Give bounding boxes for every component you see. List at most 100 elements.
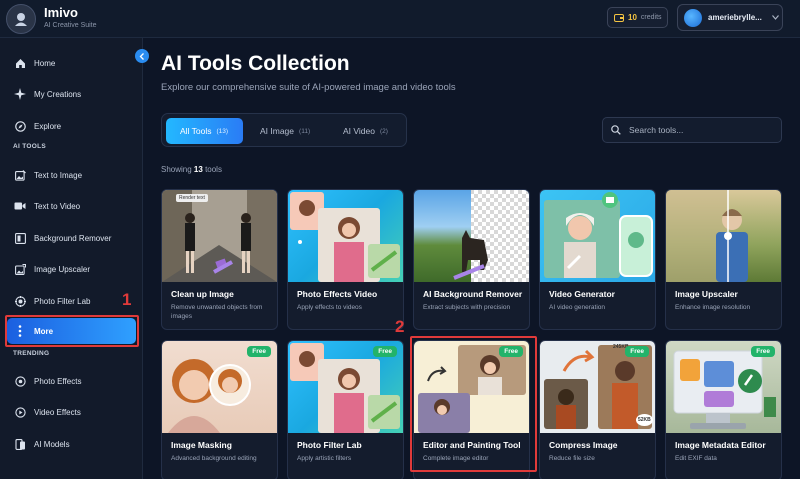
sidebar-item-photo-effects[interactable]: Photo Effects bbox=[7, 368, 136, 394]
tool-card-image-metadata-editor[interactable]: Free Image Metadata Editor Edit EXIF dat… bbox=[665, 340, 782, 479]
tool-card-image-masking[interactable]: Free Image Masking Advanced background e… bbox=[161, 340, 278, 479]
collapse-sidebar-button[interactable] bbox=[135, 49, 149, 63]
tool-card-photo-effects-video[interactable]: Photo Effects Video Apply effects to vid… bbox=[287, 189, 404, 330]
credits-value: 10 bbox=[628, 13, 637, 22]
thumbnail-tag: 52KB bbox=[636, 414, 653, 426]
sidebar-item-ai-models[interactable]: AI Models bbox=[7, 431, 136, 457]
showing-count: 13 bbox=[193, 165, 203, 174]
sidebar-item-label: More bbox=[34, 326, 54, 336]
image-edit-icon bbox=[14, 169, 26, 181]
sidebar-item-image-upscaler[interactable]: Image Upscaler bbox=[7, 256, 136, 282]
chevron-left-icon bbox=[139, 52, 144, 60]
sidebar-item-label: Text to Image bbox=[34, 170, 83, 180]
sidebar-item-video-effects[interactable]: Video Effects bbox=[7, 399, 136, 425]
tab-count: (2) bbox=[379, 127, 388, 135]
sidebar-item-label: Text to Video bbox=[34, 201, 81, 211]
tab-label: AI Image bbox=[260, 126, 295, 136]
sidebar-item-label: Video Effects bbox=[34, 407, 81, 417]
tool-card-compress-image[interactable]: 245KB 52KB Free Compress Image Reduce fi… bbox=[539, 340, 656, 479]
card-description: Apply effects to videos bbox=[297, 304, 362, 311]
sidebar-item-label: Photo Filter Lab bbox=[34, 296, 91, 306]
layers-icon bbox=[14, 232, 26, 244]
tool-card-photo-filter-lab[interactable]: Free Photo Filter Lab Apply artistic fil… bbox=[287, 340, 404, 479]
thumbnail-tag: Render text bbox=[176, 194, 208, 202]
sidebar-item-label: My Creations bbox=[34, 89, 82, 99]
card-title: Photo Filter Lab bbox=[297, 440, 362, 450]
card-title: Editor and Painting Tool bbox=[423, 440, 521, 450]
sidebar-item-home[interactable]: Home bbox=[7, 50, 136, 76]
sidebar-item-more[interactable]: More bbox=[7, 318, 136, 344]
card-description: Extract subjects with precision bbox=[423, 304, 511, 311]
sparkle-icon bbox=[14, 88, 26, 100]
tool-card-clean-up-image[interactable]: Render text Clean up Image Remove unwant… bbox=[161, 189, 278, 330]
sidebar-item-my-creations[interactable]: My Creations bbox=[7, 81, 136, 107]
tool-card-ai-background-remover[interactable]: AI Background Remover Extract subjects w… bbox=[413, 189, 530, 330]
tool-tabs: All Tools (13) AI Image (11) AI Video (2… bbox=[161, 113, 407, 147]
results-count: Showing 13 tools bbox=[161, 165, 222, 174]
card-title: Image Upscaler bbox=[675, 289, 738, 299]
tab-label: AI Video bbox=[343, 126, 375, 136]
sidebar-item-background-remover[interactable]: Background Remover bbox=[7, 225, 136, 251]
tool-card-image-upscaler[interactable]: Image Upscaler Enhance image resolution bbox=[665, 189, 782, 330]
card-thumbnail: Free bbox=[666, 341, 781, 433]
search-box[interactable] bbox=[602, 117, 782, 143]
sidebar-item-label: Background Remover bbox=[34, 233, 112, 243]
top-bar: Imivo AI Creative Suite 10 credits ameri… bbox=[0, 0, 800, 38]
sidebar-item-text-to-video[interactable]: Text to Video bbox=[7, 193, 136, 219]
video-effects-icon bbox=[14, 406, 26, 418]
sidebar-item-label: Photo Effects bbox=[34, 376, 82, 386]
free-badge: Free bbox=[373, 346, 397, 357]
tool-card-editor-and-painting-tool[interactable]: Free Editor and Painting Tool Complete i… bbox=[413, 340, 530, 479]
search-input[interactable] bbox=[629, 125, 769, 135]
card-description: Complete image editor bbox=[423, 455, 489, 462]
sidebar: Home My Creations Explore AI TOOLS Text … bbox=[0, 38, 143, 479]
free-badge: Free bbox=[625, 346, 649, 357]
annotation-marker-2: 2 bbox=[395, 317, 405, 336]
tab-all-tools[interactable]: All Tools (13) bbox=[166, 118, 243, 144]
sidebar-item-text-to-image[interactable]: Text to Image bbox=[7, 162, 136, 188]
card-thumbnail: Free bbox=[162, 341, 277, 433]
sidebar-item-photo-filter-lab[interactable]: Photo Filter Lab bbox=[7, 288, 136, 314]
sidebar-item-explore[interactable]: Explore bbox=[7, 113, 136, 139]
card-thumbnail bbox=[666, 190, 781, 282]
card-description: Edit EXIF data bbox=[675, 455, 717, 462]
section-label-trending: TRENDING bbox=[13, 350, 50, 357]
annotation-marker-1: 1 bbox=[122, 290, 132, 309]
more-dots-icon bbox=[14, 325, 26, 337]
card-title: Image Masking bbox=[171, 440, 232, 450]
card-thumbnail bbox=[414, 190, 529, 282]
chevron-down-icon bbox=[772, 15, 779, 20]
card-description: AI video generation bbox=[549, 304, 606, 311]
card-title: Clean up Image bbox=[171, 289, 234, 299]
card-thumbnail: 245KB 52KB Free bbox=[540, 341, 655, 433]
sidebar-item-label: Home bbox=[34, 58, 56, 68]
page-subtitle: Explore our comprehensive suite of AI-po… bbox=[161, 82, 456, 93]
card-description: Advanced background editing bbox=[171, 455, 257, 462]
logo-icon[interactable] bbox=[6, 4, 36, 34]
video-icon bbox=[14, 200, 26, 212]
section-label-ai-tools: AI TOOLS bbox=[13, 143, 46, 150]
card-title: AI Background Remover bbox=[423, 289, 523, 299]
credits-label: credits bbox=[640, 14, 662, 21]
free-badge: Free bbox=[247, 346, 271, 357]
card-thumbnail: Free bbox=[288, 341, 403, 433]
tab-ai-image[interactable]: AI Image (11) bbox=[246, 118, 322, 144]
app-subtitle: AI Creative Suite bbox=[44, 22, 97, 29]
tab-count: (13) bbox=[216, 127, 229, 135]
upscale-icon bbox=[14, 263, 26, 275]
card-title: Image Metadata Editor bbox=[675, 440, 766, 450]
avatar bbox=[684, 8, 702, 27]
compass-icon bbox=[14, 120, 26, 132]
tool-card-video-generator[interactable]: Video Generator AI video generation bbox=[539, 189, 656, 330]
user-menu[interactable]: ameriebrylle... bbox=[677, 4, 783, 31]
home-icon bbox=[14, 57, 26, 69]
card-thumbnail bbox=[540, 190, 655, 282]
sidebar-item-label: Image Upscaler bbox=[34, 264, 91, 274]
credits-badge[interactable]: 10 credits bbox=[607, 7, 668, 28]
page-title: AI Tools Collection bbox=[161, 52, 350, 75]
tab-ai-video[interactable]: AI Video (2) bbox=[329, 118, 401, 144]
tab-label: All Tools bbox=[180, 126, 212, 136]
card-title: Compress Image bbox=[549, 440, 618, 450]
card-title: Video Generator bbox=[549, 289, 615, 299]
sidebar-item-label: AI Models bbox=[34, 439, 70, 449]
